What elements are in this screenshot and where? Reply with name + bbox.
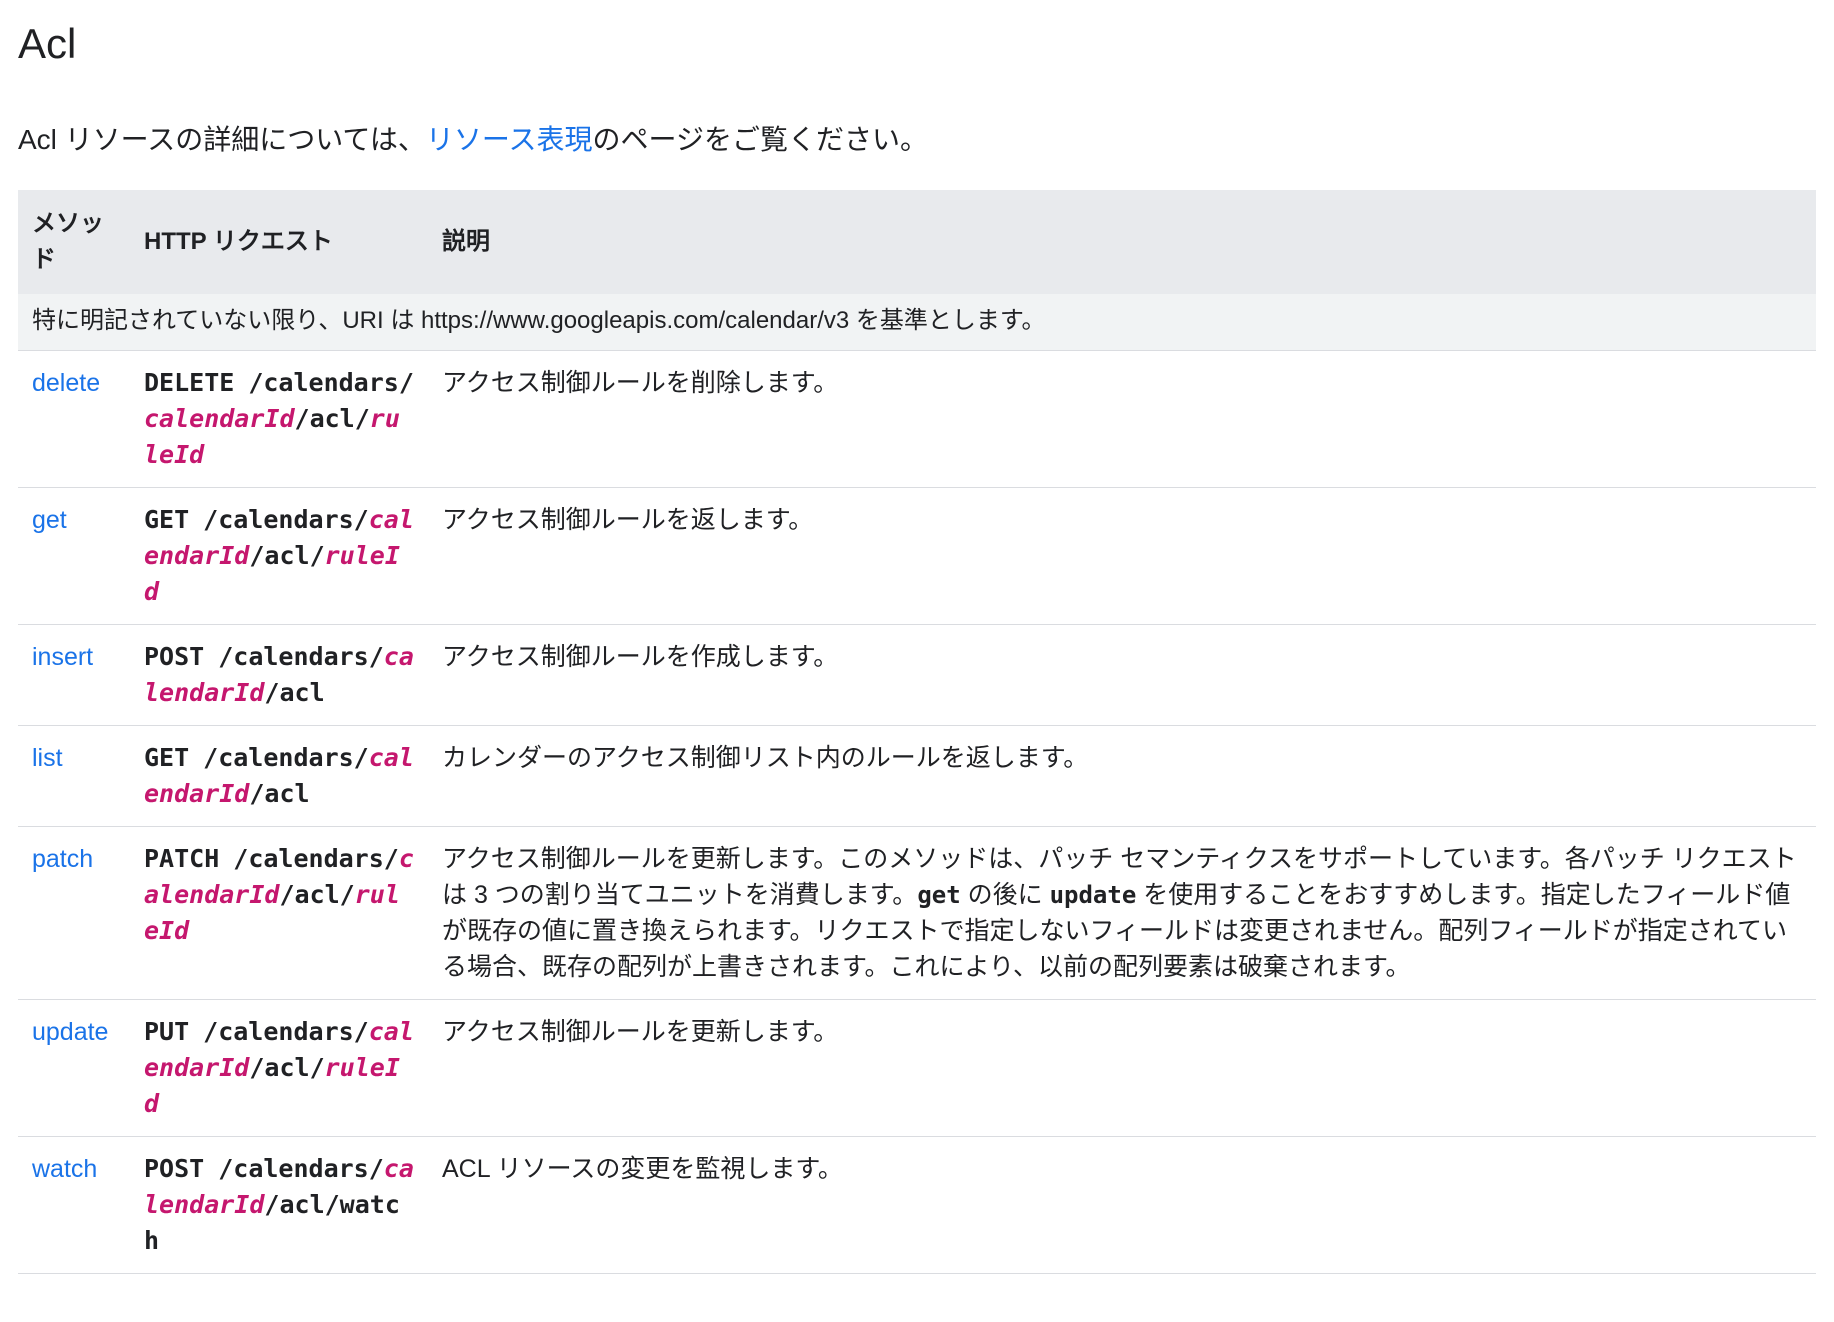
table-row: patch PATCH/calendars/calendarId/acl/rul… <box>18 826 1816 1000</box>
method-cell: update <box>18 999 130 1137</box>
method-link-patch[interactable]: patch <box>32 845 93 873</box>
description-cell: ACL リソースの変更を監視します。 <box>428 1136 1816 1274</box>
method-cell: watch <box>18 1136 130 1274</box>
path-segment: /acl <box>249 779 310 808</box>
http-request-cell: PATCH/calendars/calendarId/acl/ruleId <box>130 826 428 1000</box>
intro-paragraph: Acl リソースの詳細については、リソース表現のページをご覧ください。 <box>18 122 1816 158</box>
methods-table-header: メソッド HTTP リクエスト 説明 <box>18 190 1816 294</box>
http-request-cell: GET/calendars/calendarId/acl <box>130 725 428 827</box>
table-row: get GET/calendars/calendarId/acl/ruleId … <box>18 487 1816 625</box>
path-segment: /calendars/ <box>203 743 369 772</box>
method-link-get[interactable]: get <box>32 506 67 534</box>
description-cell: アクセス制御ルールを返します。 <box>428 487 1816 625</box>
methods-table: メソッド HTTP リクエスト 説明 特に明記されていない限り、URI は ht… <box>18 190 1816 1274</box>
method-link-delete[interactable]: delete <box>32 369 100 397</box>
base-uri-note: 特に明記されていない限り、URI は https://www.googleapi… <box>18 294 1816 351</box>
description-text: の後に <box>960 881 1050 909</box>
intro-prefix: Acl リソースの詳細については、 <box>18 124 426 155</box>
http-request-cell: PUT/calendars/calendarId/acl/ruleId <box>130 999 428 1137</box>
description-cell: アクセス制御ルールを更新します。 <box>428 999 1816 1137</box>
page-title: Acl <box>18 20 77 67</box>
description-cell: アクセス制御ルールを削除します。 <box>428 350 1816 488</box>
path-segment: /calendars/ <box>203 1017 369 1046</box>
method-link-update[interactable]: update <box>32 1018 108 1046</box>
http-request-cell: GET/calendars/calendarId/acl/ruleId <box>130 487 428 625</box>
path-segment: /acl <box>264 678 325 707</box>
path-segment: /acl/ <box>249 541 325 570</box>
path-segment: /calendars/ <box>233 844 399 873</box>
header-method: メソッド <box>18 190 130 294</box>
header-http-request: HTTP リクエスト <box>130 190 428 294</box>
header-row: メソッド HTTP リクエスト 説明 <box>18 190 1816 294</box>
http-verb: PATCH <box>144 844 220 873</box>
method-cell: insert <box>18 624 130 726</box>
intro-suffix: のページをご覧ください。 <box>592 124 928 155</box>
path-segment: /calendars/ <box>218 1154 384 1183</box>
table-row: watch POST/calendars/calendarId/acl/watc… <box>18 1136 1816 1274</box>
http-verb: PUT <box>144 1017 190 1046</box>
description-cell: アクセス制御ルールを更新します。このメソッドは、パッチ セマンティクスをサポート… <box>428 826 1816 1000</box>
methods-table-body: 特に明記されていない限り、URI は https://www.googleapi… <box>18 294 1816 1274</box>
method-cell: patch <box>18 826 130 1000</box>
path-segment: /calendars/ <box>203 505 369 534</box>
http-verb: DELETE <box>144 368 235 397</box>
http-verb: GET <box>144 505 190 534</box>
method-link-watch[interactable]: watch <box>32 1155 97 1183</box>
description-cell: アクセス制御ルールを作成します。 <box>428 624 1816 726</box>
path-segment: /calendars/ <box>218 642 384 671</box>
path-segment: /acl/ <box>294 404 370 433</box>
header-description: 説明 <box>428 190 1816 294</box>
method-cell: get <box>18 487 130 625</box>
description-cell: カレンダーのアクセス制御リスト内のルールを返します。 <box>428 725 1816 827</box>
http-verb: POST <box>144 1154 205 1183</box>
http-request-cell: POST/calendars/calendarId/acl <box>130 624 428 726</box>
method-link-insert[interactable]: insert <box>32 643 93 671</box>
http-request-cell: POST/calendars/calendarId/acl/watch <box>130 1136 428 1274</box>
inline-code-get: get <box>917 881 961 909</box>
table-row: delete DELETE/calendars/calendarId/acl/r… <box>18 350 1816 488</box>
table-row: list GET/calendars/calendarId/acl カレンダーの… <box>18 725 1816 827</box>
method-cell: delete <box>18 350 130 488</box>
http-request-cell: DELETE/calendars/calendarId/acl/ruleId <box>130 350 428 488</box>
page-content: Acl Acl リソースの詳細については、リソース表現のページをご覧ください。 … <box>18 0 1816 1274</box>
path-variable: calendarId <box>144 404 295 433</box>
base-uri-row: 特に明記されていない限り、URI は https://www.googleapi… <box>18 294 1816 351</box>
table-row: update PUT/calendars/calendarId/acl/rule… <box>18 999 1816 1137</box>
inline-code-update: update <box>1049 881 1137 909</box>
table-row: insert POST/calendars/calendarId/acl アクセ… <box>18 624 1816 726</box>
http-verb: POST <box>144 642 205 671</box>
http-verb: GET <box>144 743 190 772</box>
method-link-list[interactable]: list <box>32 744 63 772</box>
path-segment: /calendars/ <box>248 368 414 397</box>
path-segment: /acl/ <box>279 880 355 909</box>
method-cell: list <box>18 725 130 827</box>
resource-representation-link[interactable]: リソース表現 <box>426 124 593 155</box>
path-segment: /acl/ <box>249 1053 325 1082</box>
